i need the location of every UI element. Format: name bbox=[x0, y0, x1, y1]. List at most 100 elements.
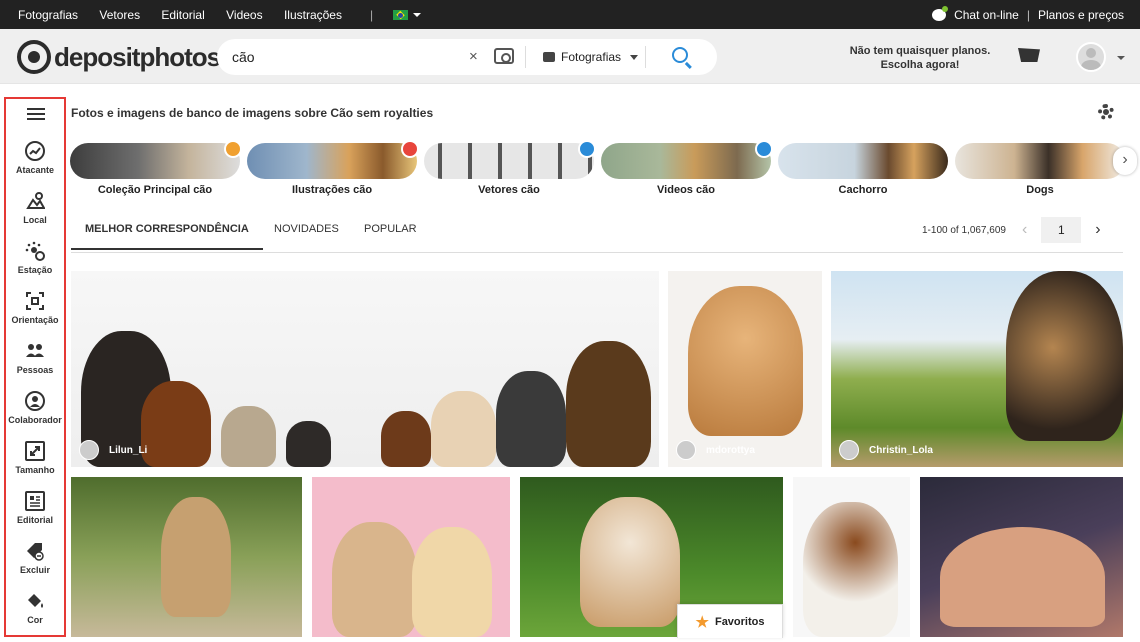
author-name: mdorottya bbox=[706, 444, 755, 456]
category-cachorro[interactable]: Cachorro bbox=[778, 143, 948, 196]
filter-editorial[interactable]: Editorial bbox=[6, 491, 64, 525]
category-label: Dogs bbox=[1026, 184, 1054, 196]
search-type-label: Fotografias bbox=[561, 50, 622, 64]
category-colecao-principal[interactable]: Coleção Principal cão bbox=[70, 140, 242, 196]
page-number-field[interactable]: 1 bbox=[1041, 217, 1082, 243]
star-icon: ★ bbox=[695, 613, 709, 631]
prev-page-button[interactable]: ‹ bbox=[1022, 221, 1027, 239]
chat-link[interactable]: Chat on-line bbox=[954, 8, 1019, 22]
filter-label: Orientação bbox=[11, 315, 59, 325]
photo-pug-labrador[interactable] bbox=[312, 477, 510, 637]
logo-text: depositphotos bbox=[54, 41, 221, 72]
chevron-down-icon bbox=[413, 13, 422, 18]
dog-shape bbox=[496, 371, 566, 467]
dog-shape bbox=[1006, 271, 1123, 441]
filter-colaborador[interactable]: Colaborador bbox=[6, 391, 64, 425]
category-videos[interactable]: Videos cão bbox=[601, 140, 773, 196]
chevron-down-icon[interactable] bbox=[1117, 56, 1125, 60]
size-icon bbox=[25, 441, 45, 461]
tab-novidades[interactable]: NOVIDADES bbox=[274, 223, 339, 235]
logo[interactable]: depositphotos® bbox=[17, 40, 227, 74]
filter-atacante[interactable]: Atacante bbox=[6, 141, 64, 175]
plans-link[interactable]: Planos e preços bbox=[1038, 8, 1124, 22]
chat-icon[interactable] bbox=[932, 5, 949, 21]
top-right-links: Chat on-line | Planos e preços bbox=[932, 0, 1124, 29]
top-nav: Fotografias Vetores Editorial Videos Ilu… bbox=[18, 8, 360, 22]
category-next-button[interactable]: › bbox=[1113, 147, 1137, 175]
dog-shape bbox=[580, 497, 680, 627]
exclude-tag-icon bbox=[25, 541, 45, 561]
brazil-flag-icon bbox=[393, 10, 409, 21]
photo-dogs-group[interactable]: Lilun_Li bbox=[71, 271, 659, 467]
search-type-select[interactable]: Fotografias bbox=[543, 50, 639, 64]
filter-estacao[interactable]: Estação bbox=[6, 241, 64, 275]
photo-dog-car-window[interactable]: Christin_Lola bbox=[831, 271, 1123, 467]
author-avatar bbox=[676, 440, 696, 460]
brush-badge-icon bbox=[401, 140, 419, 158]
language-selector[interactable] bbox=[393, 8, 422, 22]
category-ilustracoes[interactable]: Ilustrações cão bbox=[247, 140, 419, 196]
search-divider bbox=[525, 46, 526, 68]
category-thumbnail bbox=[247, 140, 419, 179]
filter-label: Atacante bbox=[15, 165, 54, 175]
video-badge-icon bbox=[755, 140, 773, 158]
filter-excluir[interactable]: Excluir bbox=[6, 541, 64, 575]
result-count: 1-100 of 1,067,609 bbox=[922, 224, 1006, 236]
search-icon[interactable] bbox=[672, 47, 688, 63]
photo-terrier-running[interactable] bbox=[71, 477, 302, 637]
author-name: Christin_Lola bbox=[869, 444, 933, 456]
camera-search-icon[interactable] bbox=[494, 48, 514, 64]
camera-icon bbox=[543, 52, 555, 62]
photo-hand-paw-heart[interactable] bbox=[920, 477, 1123, 637]
clear-search-icon[interactable]: × bbox=[469, 48, 478, 65]
photo-author[interactable]: Lilun_Li bbox=[79, 440, 147, 460]
filter-cor[interactable]: Cor bbox=[6, 591, 64, 625]
dog-shape bbox=[141, 381, 211, 467]
author-avatar bbox=[79, 440, 99, 460]
filter-label: Tamanho bbox=[15, 465, 55, 475]
photo-author[interactable]: mdorottya bbox=[676, 440, 755, 460]
category-label: Videos cão bbox=[657, 184, 715, 196]
dog-shape bbox=[412, 527, 492, 637]
category-vetores[interactable]: Vetores cão bbox=[424, 140, 596, 196]
filter-label: Estação bbox=[17, 265, 53, 275]
page-title: Fotos e imagens de banco de imagens sobr… bbox=[71, 106, 434, 120]
category-label: Ilustrações cão bbox=[291, 184, 373, 196]
filter-tamanho[interactable]: Tamanho bbox=[6, 441, 64, 475]
nav-fotografias[interactable]: Fotografias bbox=[18, 8, 78, 22]
trend-icon bbox=[25, 141, 45, 161]
category-thumbnail bbox=[778, 143, 948, 179]
crown-badge-icon bbox=[224, 140, 242, 158]
filter-local[interactable]: Local bbox=[6, 191, 64, 225]
search-input[interactable] bbox=[232, 49, 457, 65]
nav-editorial[interactable]: Editorial bbox=[161, 8, 204, 22]
dog-shape bbox=[161, 497, 231, 617]
nav-videos[interactable]: Videos bbox=[226, 8, 262, 22]
category-thumbnail bbox=[424, 140, 596, 179]
filter-pessoas[interactable]: Pessoas bbox=[6, 341, 64, 375]
editorial-icon bbox=[25, 491, 45, 511]
filter-label: Editorial bbox=[16, 515, 53, 525]
nav-vetores[interactable]: Vetores bbox=[99, 8, 140, 22]
dog-shape bbox=[566, 341, 651, 467]
header: depositphotos® × Fotografias Não tem qua… bbox=[0, 29, 1140, 84]
filter-orientacao[interactable]: Orientação bbox=[6, 291, 64, 325]
tab-popular[interactable]: POPULAR bbox=[364, 223, 417, 235]
nav-ilustracoes[interactable]: Ilustrações bbox=[284, 8, 342, 22]
favorites-button[interactable]: ★ Favoritos bbox=[677, 604, 783, 638]
avatar[interactable] bbox=[1076, 42, 1106, 72]
category-dogs[interactable]: Dogs bbox=[955, 143, 1125, 196]
next-page-button[interactable]: › bbox=[1095, 221, 1100, 239]
photo-author[interactable]: Christin_Lola bbox=[839, 440, 933, 460]
tab-melhor-correspondencia[interactable]: MELHOR CORRESPONDÊNCIA bbox=[71, 223, 263, 250]
logo-camera-icon bbox=[17, 40, 51, 74]
no-plans-cta[interactable]: Não tem quaisquer planos. Escolha agora! bbox=[820, 44, 1020, 72]
menu-icon[interactable] bbox=[27, 108, 45, 120]
category-label: Cachorro bbox=[838, 184, 888, 196]
search-bar: × Fotografias bbox=[217, 39, 717, 75]
gear-icon[interactable] bbox=[1098, 104, 1114, 120]
photo-jack-russell[interactable] bbox=[793, 477, 910, 637]
photo-puppy-sitting[interactable]: mdorottya bbox=[668, 271, 822, 467]
cart-icon[interactable] bbox=[1018, 48, 1040, 62]
category-strip: Coleção Principal cão Ilustrações cão Ve… bbox=[70, 140, 1125, 198]
